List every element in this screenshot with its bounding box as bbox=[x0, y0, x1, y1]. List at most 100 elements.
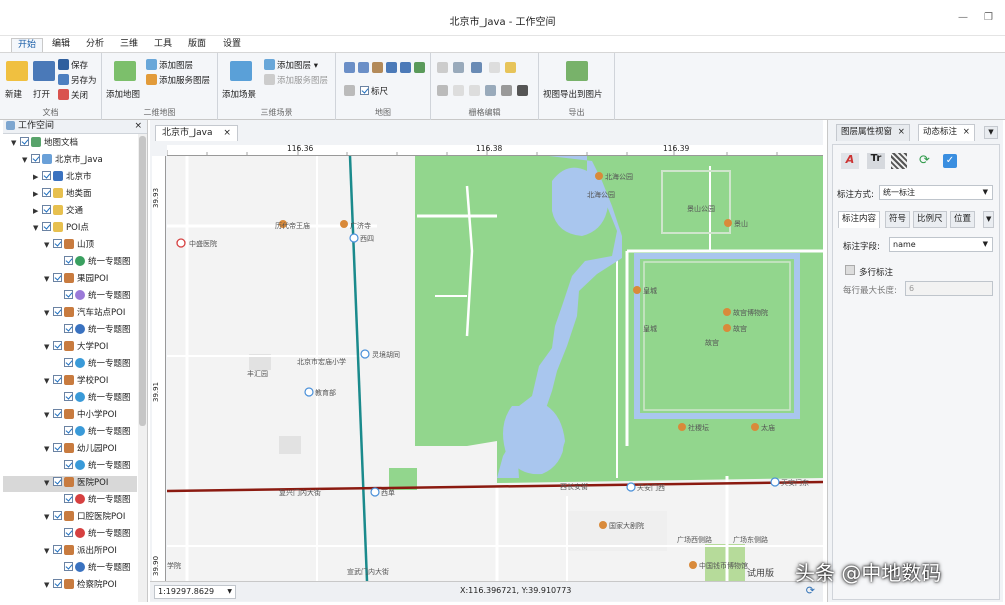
raster-chart-icon[interactable] bbox=[471, 62, 482, 73]
visibility-checkbox[interactable] bbox=[64, 426, 73, 435]
refresh-view-icon[interactable] bbox=[400, 62, 411, 73]
tab-edit[interactable]: 编辑 bbox=[46, 38, 76, 52]
tree-node[interactable]: 统一专题图 bbox=[3, 493, 137, 509]
visibility-checkbox[interactable] bbox=[64, 358, 73, 367]
subtab-label-content[interactable]: 标注内容 bbox=[838, 211, 881, 228]
zoom-out-icon[interactable] bbox=[358, 62, 369, 73]
tree-node[interactable]: 统一专题图 bbox=[3, 323, 137, 339]
tree-node[interactable]: 统一专题图 bbox=[3, 425, 137, 441]
tree-node[interactable]: ▼ 北京市_Java bbox=[3, 153, 137, 169]
qr-icon[interactable] bbox=[891, 153, 907, 169]
expand-icon[interactable]: ▶ bbox=[33, 170, 42, 185]
grid-icon[interactable] bbox=[453, 85, 464, 96]
visibility-checkbox[interactable] bbox=[53, 409, 62, 418]
minimize-icon[interactable]: — bbox=[958, 12, 968, 23]
save-button[interactable]: 保存 bbox=[58, 59, 88, 71]
visibility-checkbox[interactable] bbox=[64, 460, 73, 469]
tree-node[interactable]: 统一专题图 bbox=[3, 391, 137, 407]
close-icon[interactable]: × bbox=[963, 127, 970, 137]
visibility-checkbox[interactable] bbox=[42, 205, 51, 214]
visibility-checkbox[interactable] bbox=[20, 137, 29, 146]
tree-node[interactable]: ▼ 汽车站点POI bbox=[3, 306, 137, 322]
collapse-icon[interactable]: ▼ bbox=[44, 340, 53, 355]
tree-node[interactable]: ▼ 果园POI bbox=[3, 272, 137, 288]
tree-node[interactable]: 统一专题图 bbox=[3, 255, 137, 271]
tree-node[interactable]: ▼ 大学POI bbox=[3, 340, 137, 356]
raster-tool-5-icon[interactable] bbox=[505, 62, 516, 73]
subtab-position[interactable]: 位置 bbox=[950, 211, 976, 228]
visibility-checkbox[interactable] bbox=[64, 528, 73, 537]
close-icon[interactable]: × bbox=[898, 127, 905, 137]
apply-check-icon[interactable]: ✓ bbox=[943, 154, 957, 168]
tree-node[interactable]: ▶ 地类面 bbox=[3, 187, 137, 203]
visibility-checkbox[interactable] bbox=[64, 392, 73, 401]
home-view-icon[interactable] bbox=[414, 62, 425, 73]
visibility-checkbox[interactable] bbox=[64, 494, 73, 503]
visibility-checkbox[interactable] bbox=[53, 511, 62, 520]
tree-node[interactable]: ▼ POI点 bbox=[3, 221, 137, 237]
visibility-checkbox[interactable] bbox=[42, 171, 51, 180]
add-service-layer-button[interactable]: 添加服务图层 bbox=[146, 74, 210, 86]
visibility-checkbox[interactable] bbox=[42, 188, 51, 197]
collapse-icon[interactable]: ▼ bbox=[44, 442, 53, 457]
scale-checkbox[interactable] bbox=[360, 86, 369, 95]
visibility-checkbox[interactable] bbox=[53, 307, 62, 316]
add-scene-button[interactable]: 添加场景 bbox=[222, 88, 256, 100]
collapse-icon[interactable]: ▼ bbox=[44, 272, 53, 287]
add-map-button[interactable]: 添加地图 bbox=[106, 88, 140, 100]
open-button[interactable]: 打开 bbox=[33, 88, 50, 100]
visibility-checkbox[interactable] bbox=[31, 154, 40, 163]
close-icon[interactable]: × bbox=[134, 120, 142, 133]
tab-layer-properties[interactable]: 图层属性视窗 × bbox=[836, 124, 910, 141]
visibility-checkbox[interactable] bbox=[64, 256, 73, 265]
collapse-icon[interactable]: ▼ bbox=[22, 153, 31, 168]
add-3d-service-layer-button[interactable]: 添加服务图层 bbox=[264, 74, 328, 86]
scroll-thumb[interactable] bbox=[139, 136, 146, 426]
refresh-label-icon[interactable]: ⟳ bbox=[919, 153, 930, 168]
tree-node[interactable]: ▼ 地图文档 bbox=[3, 136, 137, 152]
panel-menu-icon[interactable]: ▼ bbox=[984, 126, 998, 139]
raster-tool-8-icon[interactable] bbox=[469, 85, 480, 96]
tree-node[interactable]: 统一专题图 bbox=[3, 561, 137, 577]
visibility-checkbox[interactable] bbox=[53, 477, 62, 486]
tree-node[interactable]: 统一专题图 bbox=[3, 459, 137, 475]
scale-dropdown[interactable]: 1:19297.8629 ▼ bbox=[154, 585, 236, 599]
subtab-more-icon[interactable]: ▼ bbox=[983, 211, 995, 228]
text-type-icon[interactable]: Tr bbox=[867, 153, 885, 169]
visibility-checkbox[interactable] bbox=[64, 562, 73, 571]
max-length-input[interactable]: 6 bbox=[905, 281, 993, 296]
tab-start[interactable]: 开始 bbox=[11, 38, 44, 52]
collapse-icon[interactable]: ▼ bbox=[33, 221, 42, 236]
measure-icon[interactable] bbox=[344, 85, 355, 96]
collapse-icon[interactable]: ▼ bbox=[44, 306, 53, 321]
raster-tool-10-icon[interactable] bbox=[501, 85, 512, 96]
label-style-icon[interactable]: A bbox=[841, 153, 859, 169]
tab-dynamic-label[interactable]: 动态标注 × bbox=[918, 124, 975, 141]
tree-node[interactable]: ▶ 交通 bbox=[3, 204, 137, 220]
add-3d-layer-button[interactable]: 添加图层 ▾ bbox=[264, 59, 318, 71]
raster-tool-11-icon[interactable] bbox=[517, 85, 528, 96]
visibility-checkbox[interactable] bbox=[53, 341, 62, 350]
collapse-icon[interactable]: ▼ bbox=[44, 544, 53, 559]
tree-node[interactable]: ▼ 山顶 bbox=[3, 238, 137, 254]
expand-icon[interactable]: ▶ bbox=[33, 204, 42, 219]
contrast-icon[interactable] bbox=[437, 85, 448, 96]
subtab-scale[interactable]: 比例尺 bbox=[913, 211, 947, 228]
zoom-in-icon[interactable] bbox=[344, 62, 355, 73]
restore-icon[interactable]: ❐ bbox=[984, 12, 993, 23]
visibility-checkbox[interactable] bbox=[53, 545, 62, 554]
collapse-icon[interactable]: ▼ bbox=[44, 476, 53, 491]
tree-node[interactable]: ▼ 学校POI bbox=[3, 374, 137, 390]
map-canvas[interactable]: 历代帝王庙 广济寺 西四 中盛医院 北海公园 北海公园 景山公园 景山 皇城 皇… bbox=[167, 156, 823, 581]
tree-node[interactable]: 统一专题图 bbox=[3, 289, 137, 305]
full-extent-icon[interactable] bbox=[386, 62, 397, 73]
tree-node[interactable]: 统一专题图 bbox=[3, 357, 137, 373]
tree-node[interactable]: ▼ 派出所POI bbox=[3, 544, 137, 560]
export-image-button[interactable]: 视图导出到图片 bbox=[543, 88, 603, 100]
raster-tool-9-icon[interactable] bbox=[485, 85, 496, 96]
multiline-checkbox[interactable] bbox=[845, 265, 855, 275]
tree-node[interactable]: ▶ 北京市 bbox=[3, 170, 137, 186]
collapse-icon[interactable]: ▼ bbox=[44, 408, 53, 423]
subtab-symbol[interactable]: 符号 bbox=[885, 211, 911, 228]
collapse-icon[interactable]: ▼ bbox=[11, 136, 20, 151]
